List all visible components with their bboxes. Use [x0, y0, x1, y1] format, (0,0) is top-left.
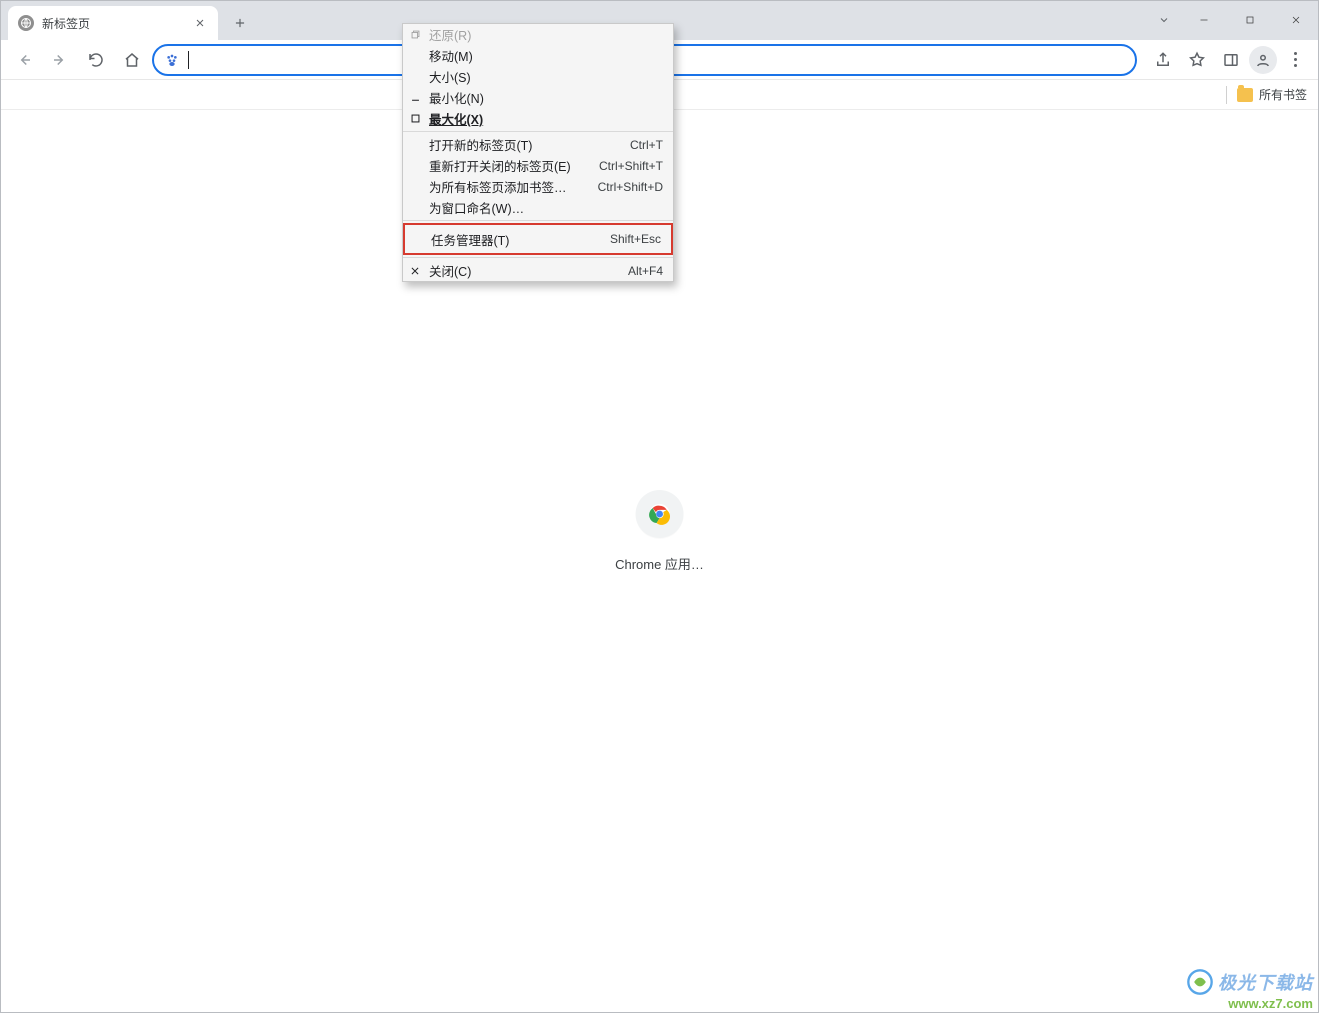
menu-item-move[interactable]: 移动(M)	[403, 45, 673, 66]
maximize-icon	[407, 111, 423, 127]
back-button[interactable]	[8, 44, 40, 76]
menu-label: 打开新的标签页(T)	[429, 135, 624, 154]
window-context-menu: 还原(R) 移动(M) 大小(S) 最小化(N) 最大化(X) 打开新的标签页(…	[402, 23, 674, 282]
menu-item-restore: 还原(R)	[403, 24, 673, 45]
chrome-menu-button[interactable]	[1279, 44, 1311, 76]
folder-icon	[1237, 88, 1253, 102]
baidu-paw-icon	[164, 52, 180, 68]
menu-separator	[403, 257, 673, 258]
new-tab-button[interactable]	[226, 9, 254, 37]
menu-shortcut: Ctrl+Shift+D	[598, 180, 663, 194]
chrome-logo-icon	[635, 490, 683, 538]
menu-item-close[interactable]: 关闭(C) Alt+F4	[403, 260, 673, 281]
menu-shortcut: Ctrl+Shift+T	[599, 159, 663, 173]
menu-separator	[403, 131, 673, 132]
menu-item-minimize[interactable]: 最小化(N)	[403, 87, 673, 108]
window-controls	[1147, 0, 1319, 40]
restore-icon	[407, 27, 423, 43]
menu-item-bookmark-all[interactable]: 为所有标签页添加书签… Ctrl+Shift+D	[403, 176, 673, 197]
profile-avatar-button[interactable]	[1249, 46, 1277, 74]
menu-label: 任务管理器(T)	[431, 230, 604, 249]
browser-tab[interactable]: 新标签页	[8, 6, 218, 40]
all-bookmarks-button[interactable]: 所有书签	[1237, 86, 1307, 103]
share-icon[interactable]	[1147, 44, 1179, 76]
close-icon	[407, 263, 423, 279]
menu-item-reopen-tab[interactable]: 重新打开关闭的标签页(E) Ctrl+Shift+T	[403, 155, 673, 176]
menu-item-size[interactable]: 大小(S)	[403, 66, 673, 87]
menu-shortcut: Alt+F4	[628, 264, 663, 278]
menu-item-name-window[interactable]: 为窗口命名(W)…	[403, 197, 673, 218]
menu-label: 还原(R)	[429, 25, 663, 44]
menu-separator	[403, 220, 673, 221]
menu-item-maximize[interactable]: 最大化(X)	[403, 108, 673, 129]
globe-icon	[18, 15, 34, 31]
menu-shortcut: Shift+Esc	[610, 232, 661, 246]
forward-button[interactable]	[44, 44, 76, 76]
side-panel-icon[interactable]	[1215, 44, 1247, 76]
menu-label: 重新打开关闭的标签页(E)	[429, 156, 593, 175]
menu-label: 关闭(C)	[429, 261, 622, 280]
maximize-button[interactable]	[1227, 5, 1273, 35]
minimize-icon	[407, 90, 423, 106]
tab-title: 新标签页	[42, 15, 192, 32]
menu-shortcut: Ctrl+T	[630, 138, 663, 152]
menu-item-new-tab[interactable]: 打开新的标签页(T) Ctrl+T	[403, 134, 673, 155]
menu-label: 最小化(N)	[429, 88, 663, 107]
menu-label: 大小(S)	[429, 67, 663, 86]
bookmark-separator	[1226, 86, 1227, 104]
reload-button[interactable]	[80, 44, 112, 76]
tab-close-button[interactable]	[192, 15, 208, 31]
menu-label: 为所有标签页添加书签…	[429, 177, 592, 196]
window-close-button[interactable]	[1273, 5, 1319, 35]
three-dots-icon	[1294, 52, 1297, 67]
home-button[interactable]	[116, 44, 148, 76]
menu-label: 为窗口命名(W)…	[429, 198, 663, 217]
menu-item-task-manager-highlight: 任务管理器(T) Shift+Esc	[403, 223, 673, 255]
menu-label: 最大化(X)	[429, 109, 663, 128]
minimize-button[interactable]	[1181, 5, 1227, 35]
chrome-apps-shortcut[interactable]: Chrome 应用…	[615, 490, 704, 573]
menu-label: 移动(M)	[429, 46, 663, 65]
bookmark-star-icon[interactable]	[1181, 44, 1213, 76]
menu-item-task-manager[interactable]: 任务管理器(T) Shift+Esc	[405, 225, 671, 253]
text-caret	[188, 51, 189, 69]
chrome-apps-label: Chrome 应用…	[615, 554, 704, 573]
all-bookmarks-label: 所有书签	[1259, 86, 1307, 103]
tab-search-button[interactable]	[1147, 5, 1181, 35]
